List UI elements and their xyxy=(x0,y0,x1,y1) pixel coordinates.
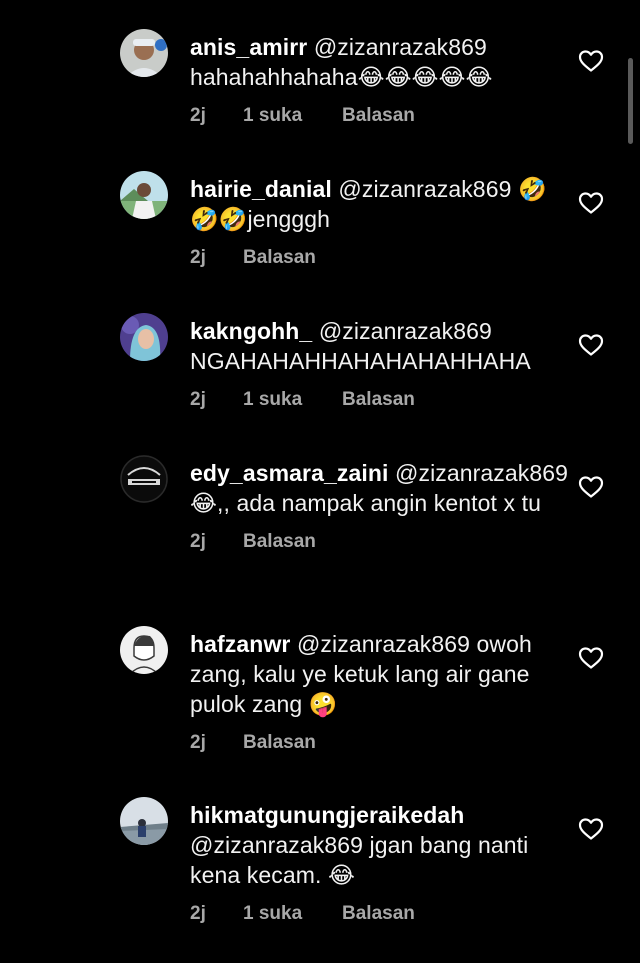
like-heart-icon[interactable] xyxy=(578,49,604,73)
comment-meta: 2j Balasan xyxy=(190,531,570,553)
comment-meta: 2j Balasan xyxy=(190,732,570,754)
comment-meta: 2j 1 suka Balasan xyxy=(190,903,570,925)
comment-time: 2j xyxy=(190,903,206,924)
comment-time: 2j xyxy=(190,105,206,126)
comment-username[interactable]: hairie_danial xyxy=(190,176,332,202)
comment-message: @zizanrazak869 jgan bang nanti kena keca… xyxy=(190,832,529,888)
comment-text: hikmatgunungjeraikedah @zizanrazak869 jg… xyxy=(190,800,570,890)
comment-username[interactable]: anis_amirr xyxy=(190,34,307,60)
comment-likes[interactable]: 1 suka xyxy=(243,105,342,127)
like-heart-icon[interactable] xyxy=(578,333,604,357)
comment-username[interactable]: hafzanwr xyxy=(190,631,290,657)
comment-text: anis_amirr @zizanrazak869 hahahahhahaha😂… xyxy=(190,32,570,92)
reply-button[interactable]: Balasan xyxy=(342,389,415,411)
avatar-boy-icon[interactable] xyxy=(120,29,168,77)
comment-meta: 2j 1 suka Balasan xyxy=(190,105,570,127)
comment-text: hairie_danial @zizanrazak869 🤣🤣🤣jengggh xyxy=(190,174,570,234)
reply-button[interactable]: Balasan xyxy=(243,732,316,754)
comment-time: 2j xyxy=(190,389,206,410)
reply-button[interactable]: Balasan xyxy=(243,531,316,553)
scrollbar[interactable] xyxy=(628,58,633,144)
like-heart-icon[interactable] xyxy=(578,646,604,670)
avatar-hijab-icon[interactable] xyxy=(120,313,168,361)
comment-likes[interactable]: 1 suka xyxy=(243,903,342,925)
reply-button[interactable]: Balasan xyxy=(342,105,415,127)
avatar-outdoor-icon[interactable] xyxy=(120,171,168,219)
reply-button[interactable]: Balasan xyxy=(342,903,415,925)
comment-text: edy_asmara_zaini @zizanrazak869 😂,, ada … xyxy=(190,458,570,518)
comment-meta: 2j 1 suka Balasan xyxy=(190,389,570,411)
like-heart-icon[interactable] xyxy=(578,475,604,499)
comment-username[interactable]: hikmatgunungjeraikedah xyxy=(190,802,464,828)
avatar-landscape-icon[interactable] xyxy=(120,797,168,845)
comment-text: hafzanwr @zizanrazak869 owoh zang, kalu … xyxy=(190,629,570,719)
comment-time: 2j xyxy=(190,732,206,753)
like-heart-icon[interactable] xyxy=(578,817,604,841)
comment-meta: 2j Balasan xyxy=(190,247,570,269)
avatar-sketch-icon[interactable] xyxy=(120,626,168,674)
comment-username[interactable]: kakngohh_ xyxy=(190,318,312,344)
comment-text: kakngohh_ @zizanrazak869 NGAHAHAHHAHAHAH… xyxy=(190,316,570,376)
comment-likes[interactable]: 1 suka xyxy=(243,389,342,411)
reply-button[interactable]: Balasan xyxy=(243,247,316,269)
comment-username[interactable]: edy_asmara_zaini xyxy=(190,460,389,486)
avatar-logo-icon[interactable] xyxy=(120,455,168,503)
comment-time: 2j xyxy=(190,531,206,552)
comment-time: 2j xyxy=(190,247,206,268)
like-heart-icon[interactable] xyxy=(578,191,604,215)
